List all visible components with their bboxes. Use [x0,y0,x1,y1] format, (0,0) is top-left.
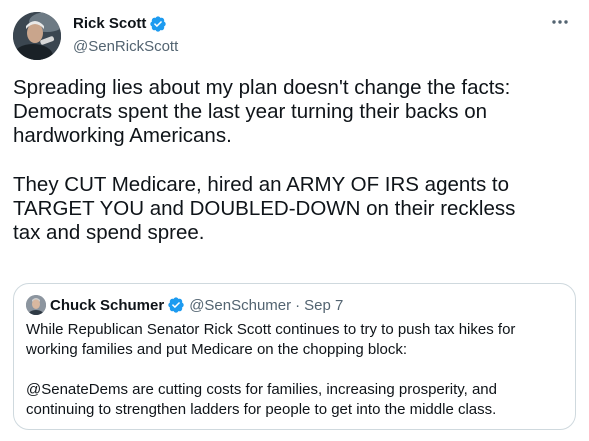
quoted-tweet-paragraph: While Republican Senator Rick Scott cont… [26,321,516,358]
tweet-card: Rick Scott @SenRickScott Spreading lies … [0,0,589,441]
quoted-author-display-name: Chuck Schumer [50,296,165,314]
header-separator: · [295,296,301,314]
author-handle[interactable]: @SenRickScott [73,37,178,57]
tweet-author: Rick Scott @SenRickScott [73,14,178,56]
tweet-text: Spreading lies about my plan doesn't cha… [13,76,579,245]
author-display-name[interactable]: Rick Scott [73,14,146,34]
author-avatar[interactable] [13,12,61,60]
quoted-tweet-header: Chuck Schumer @SenSchumer · Sep 7 [26,295,343,315]
quoted-tweet-text: While Republican Senator Rick Scott cont… [26,320,562,420]
quoted-author-handle: @SenSchumer [189,296,292,314]
tweet-paragraph: Spreading lies about my plan doesn't cha… [13,76,511,148]
verified-badge-icon [167,296,185,314]
quoted-tweet-paragraph: @SenateDems are cutting costs for famili… [26,381,497,418]
quoted-tweet-date[interactable]: Sep 7 [304,297,343,314]
quoted-tweet[interactable]: Chuck Schumer @SenSchumer · Sep 7 While … [13,283,576,430]
verified-badge-icon [149,15,167,33]
display-name-row: Rick Scott [73,14,178,34]
more-options-icon[interactable] [547,12,573,32]
tweet-paragraph: They CUT Medicare, hired an ARMY OF IRS … [13,172,516,245]
quoted-author-avatar [26,295,46,315]
